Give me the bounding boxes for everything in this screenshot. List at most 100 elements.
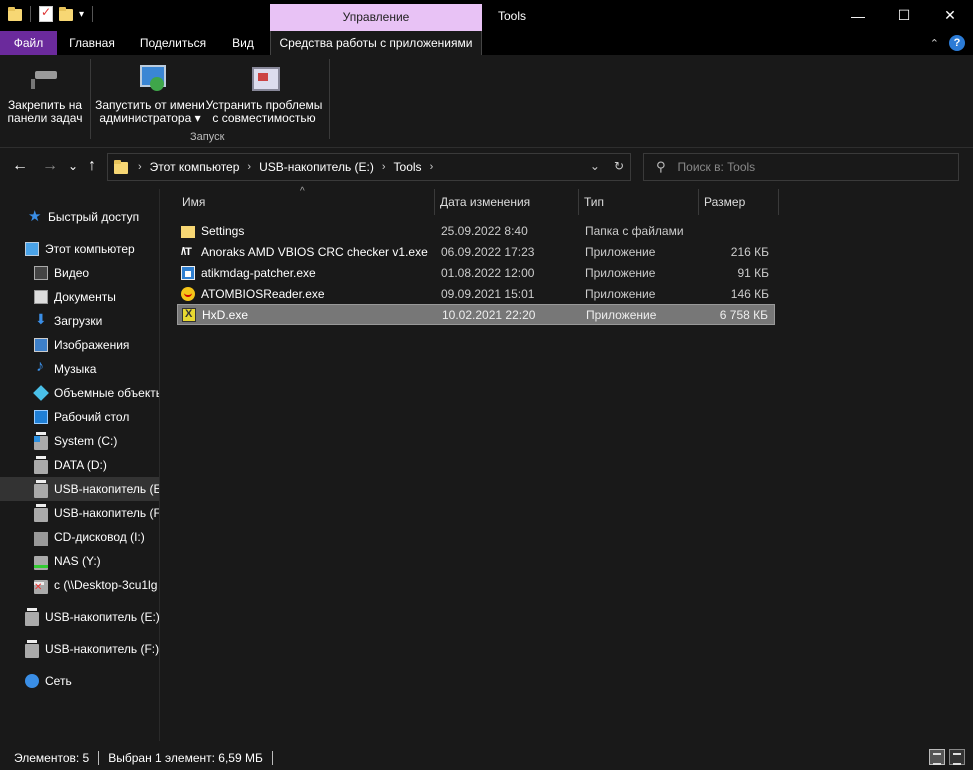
drive-icon [34,456,48,474]
navigation-pane[interactable]: Быстрый доступ Этот компьютер Видео Доку… [0,189,160,741]
forward-button[interactable]: → [42,157,58,175]
chevron-right-icon[interactable]: › [247,161,251,173]
large-icons-view-button[interactable] [949,749,965,765]
tab-share[interactable]: Поделиться [133,31,213,55]
close-button[interactable]: ✕ [927,0,973,31]
disconnected-drive-icon [34,580,48,594]
chevron-right-icon[interactable]: › [430,161,434,173]
sidebar-item-cd-i[interactable]: CD-дисковод (I:) [0,525,159,549]
divider [90,59,91,139]
help-icon[interactable]: ? [949,35,965,51]
sidebar-item-pictures[interactable]: Изображения [0,333,159,357]
sidebar-item-videos[interactable]: Видео [0,261,159,285]
maximize-button[interactable]: ☐ [881,0,927,31]
sidebar-item-usb-e-root[interactable]: USB-накопитель (E:) [0,605,159,629]
status-bar: Элементов: 5 Выбран 1 элемент: 6,59 МБ [0,745,973,770]
file-date: 09.09.2021 15:01 [441,286,535,301]
refresh-icon[interactable]: ↻ [614,159,624,173]
file-name: ATOMBIOSReader.exe [201,286,325,301]
pin-label-2: панели задач [7,111,83,125]
customize-toolbar-icon[interactable]: ▾ [79,9,84,20]
sidebar-item-quick-access[interactable]: Быстрый доступ [0,205,159,229]
document-icon [34,290,48,304]
sidebar-item-nas-y[interactable]: NAS (Y:) [0,549,159,573]
breadcrumb-usb-e[interactable]: USB-накопитель (E:) [259,160,374,174]
file-row[interactable]: atikmdag-patcher.exe 01.08.2022 12:00 Пр… [177,262,775,283]
run-as-admin-button[interactable]: Запустить от имени администратора ▾ [95,59,205,125]
divider [98,750,100,765]
sidebar-item-usb-e[interactable]: USB-накопитель (E:) [0,477,160,501]
tab-file[interactable]: Файл [0,31,57,55]
sidebar-item-data-d[interactable]: DATA (D:) [0,453,159,477]
properties-icon[interactable] [39,5,53,22]
sidebar-item-label: Объемные объекты [54,386,160,400]
sidebar-item-system-c[interactable]: System (C:) [0,429,159,453]
file-size: 216 КБ [730,244,769,259]
pin-to-taskbar-button[interactable]: Закрепить на панели задач [6,59,84,125]
file-size: 91 КБ [737,265,769,280]
up-button[interactable]: ↑ [88,157,96,175]
title-bar: ▾ Управление Tools — ☐ ✕ [0,0,973,31]
sidebar-item-network-share[interactable]: c (\\Desktop-3cu1lg [0,573,159,597]
collapse-ribbon-icon[interactable]: ⌃ [930,37,939,50]
column-header-type[interactable]: Тип [579,189,699,215]
sidebar-item-network[interactable]: Сеть [0,669,159,693]
new-folder-icon[interactable] [59,7,73,21]
recent-locations-button[interactable]: ⌄ [68,159,78,173]
sidebar-item-music[interactable]: Музыка [0,357,159,381]
sidebar-item-downloads[interactable]: Загрузки [0,309,159,333]
item-count: Элементов: 5 [14,750,90,765]
divider [30,6,31,22]
breadcrumb-this-pc[interactable]: Этот компьютер [150,160,240,174]
sidebar-item-usb-f[interactable]: USB-накопитель (F:) [0,501,159,525]
atombios-app-icon [181,286,195,301]
column-header-modified[interactable]: Дата изменения [435,189,579,215]
download-icon [34,311,48,328]
sidebar-item-desktop[interactable]: Рабочий стол [0,405,159,429]
column-header-size[interactable]: Размер [699,189,779,215]
search-box[interactable]: ⚲ Поиск в: Tools [643,153,959,181]
usb-drive-icon [34,504,48,522]
anoraks-app-icon: /\T [181,245,192,258]
column-header-name[interactable]: Имя [177,189,435,215]
file-row[interactable]: Settings 25.09.2022 8:40 Папка с файлами [177,220,775,241]
music-icon [34,358,48,376]
usb-drive-icon [25,608,39,626]
chevron-right-icon[interactable]: › [138,161,142,173]
sidebar-item-this-pc[interactable]: Этот компьютер [0,237,159,261]
sidebar-item-usb-f-root[interactable]: USB-накопитель (F:) [0,637,159,661]
tab-view[interactable]: Вид [225,31,261,55]
sidebar-item-3d-objects[interactable]: Объемные объекты [0,381,160,405]
sidebar-item-documents[interactable]: Документы [0,285,159,309]
address-dropdown-icon[interactable]: ⌄ [590,159,600,173]
tab-application-tools[interactable]: Средства работы с приложениями [270,31,482,55]
network-drive-icon [34,556,48,570]
column-headers: ^ Имя Дата изменения Тип Размер [177,186,779,215]
troubleshoot-compatibility-button[interactable]: Устранить проблемы с совместимостью [205,59,323,125]
sidebar-item-label: Сеть [45,674,72,688]
sidebar-item-label: Этот компьютер [45,242,135,256]
file-row-selected[interactable]: HxD.exe 10.02.2021 22:20 Приложение 6 75… [177,304,775,325]
back-button[interactable]: ← [12,157,28,175]
folder-icon [8,7,22,21]
minimize-button[interactable]: — [835,0,881,31]
pictures-icon [34,338,48,352]
navigation-bar: ← → ⌄ ↑ › Этот компьютер › USB-накопител… [0,149,973,185]
address-bar[interactable]: › Этот компьютер › USB-накопитель (E:) ›… [107,153,631,181]
network-icon [25,674,39,688]
file-row[interactable]: /\T Anoraks AMD VBIOS CRC checker v1.exe … [177,241,775,262]
file-date: 01.08.2022 12:00 [441,265,535,280]
contextual-tab-manage[interactable]: Управление [270,4,482,31]
file-type: Приложение [585,265,656,280]
sidebar-item-label: USB-накопитель (E:) [54,482,160,496]
tab-home[interactable]: Главная [63,31,121,55]
file-name: atikmdag-patcher.exe [201,265,316,280]
sidebar-item-label: CD-дисковод (I:) [54,530,145,544]
file-row[interactable]: ATOMBIOSReader.exe 09.09.2021 15:01 Прил… [177,283,775,304]
details-view-button[interactable] [929,749,945,765]
breadcrumb-tools[interactable]: Tools [394,160,422,174]
troubleshoot-label-2: с совместимостью [212,111,316,125]
chevron-right-icon[interactable]: › [382,161,386,173]
application-icon [181,265,195,280]
ribbon-tabs: Файл Главная Поделиться Вид Средства раб… [0,31,973,55]
